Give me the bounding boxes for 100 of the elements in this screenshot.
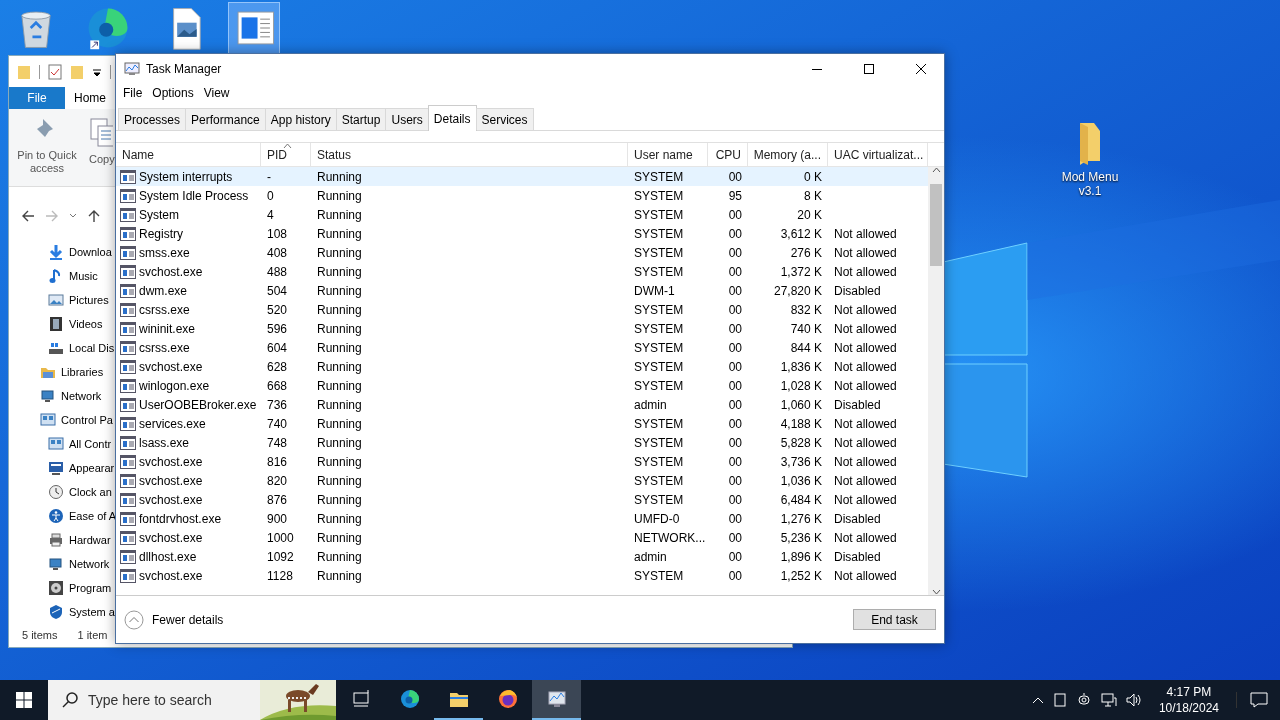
table-row[interactable]: svchost.exe 820 Running SYSTEM 00 1,036 K Not allowed	[116, 471, 928, 490]
tab[interactable]: Details	[427, 105, 477, 131]
column-header[interactable]: UAC virtualizat...	[828, 143, 928, 166]
table-cell: SYSTEM	[634, 340, 684, 355]
column-header[interactable]: CPU	[708, 143, 748, 166]
table-row[interactable]: dllhost.exe 1092 Running admin 00 1,896 K Disabled	[116, 547, 928, 566]
table-row[interactable]: winlogon.exe 668 Running SYSTEM 00 1,028 K Not allowed	[116, 376, 928, 395]
tab[interactable]: Users	[385, 108, 429, 130]
clock[interactable]: 4:17 PM 10/18/2024	[1150, 684, 1227, 716]
back-arrow-icon[interactable]	[21, 209, 35, 224]
tree-item[interactable]: Program	[69, 581, 112, 594]
table-cell: Running	[317, 378, 362, 393]
table-row[interactable]: svchost.exe 488 Running SYSTEM 00 1,372 K Not allowed	[116, 262, 928, 281]
table-cell: Not allowed	[834, 416, 897, 431]
tree-item[interactable]: Hardwar	[69, 533, 111, 546]
table-cell: svchost.exe	[139, 454, 203, 469]
tree-item[interactable]: All Contr	[69, 437, 112, 450]
table-row[interactable]: dwm.exe 504 Running DWM-1 00 27,820 K Disabled	[116, 281, 928, 300]
up-arrow-icon[interactable]	[87, 209, 101, 224]
ribbon-button[interactable]: Pin to Quick access	[13, 116, 81, 178]
scrollbar[interactable]	[928, 167, 944, 595]
tab[interactable]: Startup	[335, 108, 387, 130]
tablet-icon[interactable]	[1052, 693, 1067, 707]
process-icon	[120, 207, 136, 222]
table-cell: Running	[317, 435, 362, 450]
tab[interactable]: Services	[475, 108, 534, 130]
icon-label: Mod Menu v3.1	[1060, 170, 1120, 198]
tree-item[interactable]: Appearar	[69, 461, 115, 474]
table-row[interactable]: svchost.exe 628 Running SYSTEM 00 1,836 K Not allowed	[116, 357, 928, 376]
monitor-icon	[48, 555, 64, 572]
tree-item[interactable]: System a	[69, 605, 115, 618]
search-box[interactable]: Type here to search	[48, 680, 336, 720]
desktop-icon[interactable]	[228, 2, 280, 54]
table-row[interactable]: csrss.exe 604 Running SYSTEM 00 844 K Not allowed	[116, 338, 928, 357]
process-icon	[120, 530, 136, 545]
table-cell: Running	[317, 549, 362, 564]
table-row[interactable]: svchost.exe 1128 Running SYSTEM 00 1,252 K Not allowed	[116, 566, 928, 585]
table-cell: admin	[634, 549, 667, 564]
file-menu-tab[interactable]: File	[9, 87, 65, 109]
column-header[interactable]: Status	[311, 143, 628, 166]
printer-icon	[48, 531, 64, 548]
table-row[interactable]: Registry 108 Running SYSTEM 00 3,612 K Not allowed	[116, 224, 928, 243]
menu-item[interactable]: Options	[147, 86, 199, 100]
table-row[interactable]: System interrupts - Running SYSTEM 00 0 K	[116, 167, 928, 186]
tab[interactable]: App history	[264, 108, 337, 130]
menu-item[interactable]: File	[118, 86, 148, 100]
tree-item[interactable]: Network	[61, 389, 102, 402]
table-row[interactable]: System 4 Running SYSTEM 00 20 K	[116, 205, 928, 224]
taskbar-button[interactable]	[532, 680, 581, 720]
table-row[interactable]: svchost.exe 1000 Running NETWORK... 00 5,236 K Not allowed	[116, 528, 928, 547]
table-cell: 00	[728, 549, 742, 564]
tree-item[interactable]: Music	[69, 269, 98, 282]
column-header[interactable]: PID	[261, 143, 311, 166]
table-cell: Running	[317, 416, 362, 431]
table-row[interactable]: svchost.exe 876 Running SYSTEM 00 6,484 K Not allowed	[116, 490, 928, 509]
column-header[interactable]: Memory (a...	[748, 143, 828, 166]
status-text: 1 item	[77, 629, 108, 642]
tab[interactable]: Performance	[185, 108, 266, 130]
network-icon[interactable]	[1100, 692, 1117, 708]
table-row[interactable]: smss.exe 408 Running SYSTEM 00 276 K Not allowed	[116, 243, 928, 262]
table-row[interactable]: wininit.exe 596 Running SYSTEM 00 740 K Not allowed	[116, 319, 928, 338]
tree-item[interactable]: Libraries	[61, 365, 104, 378]
table-cell: Running	[317, 245, 362, 260]
fewer-details-button[interactable]: Fewer details	[124, 609, 224, 630]
table-row[interactable]: lsass.exe 748 Running SYSTEM 00 5,828 K Not allowed	[116, 433, 928, 452]
table-row[interactable]: services.exe 740 Running SYSTEM 00 4,188 K Not allowed	[116, 414, 928, 433]
desktop-icon[interactable]: Mod Menu v3.1	[1052, 112, 1128, 201]
table-cell: 8 K	[804, 188, 822, 203]
tree-item[interactable]: Network	[69, 557, 110, 570]
column-header[interactable]: User name	[628, 143, 708, 166]
column-header[interactable]: Name	[116, 143, 261, 166]
process-icon	[120, 302, 136, 317]
tree-item[interactable]: Control Pa	[61, 413, 113, 426]
table-row[interactable]: svchost.exe 816 Running SYSTEM 00 3,736 K Not allowed	[116, 452, 928, 471]
download-icon	[48, 243, 64, 260]
table-cell: 0	[267, 188, 274, 203]
table-cell: System	[139, 207, 179, 222]
tree-item[interactable]: Pictures	[69, 293, 109, 306]
scrollbar-thumb[interactable]	[930, 184, 942, 266]
menu-item[interactable]: View	[198, 86, 235, 100]
table-row[interactable]: fontdrvhost.exe 900 Running UMFD-0 00 1,276 K Disabled	[116, 509, 928, 528]
tree-item[interactable]: Clock an	[69, 485, 112, 498]
tree-item[interactable]: Videos	[69, 317, 103, 330]
folder-icon	[70, 63, 84, 80]
table-cell: svchost.exe	[139, 530, 203, 545]
chevron-up-icon[interactable]	[1031, 696, 1044, 704]
ribbon-button[interactable]: Copy	[89, 116, 115, 178]
tree-item[interactable]: Downloa	[69, 245, 112, 258]
end-task-button[interactable]: End task	[853, 609, 936, 630]
table-row[interactable]: csrss.exe 520 Running SYSTEM 00 832 K Not allowed	[116, 300, 928, 319]
table-cell: Running	[317, 359, 362, 374]
tree-item[interactable]: Local Dis	[69, 341, 115, 354]
table-row[interactable]: UserOOBEBroker.exe 736 Running admin 00 1,060 K Disabled	[116, 395, 928, 414]
speaker-icon[interactable]	[1125, 692, 1142, 708]
table-row[interactable]: System Idle Process 0 Running SYSTEM 95 8 K	[116, 186, 928, 205]
ribbon-tab[interactable]: Home	[65, 87, 115, 109]
webcam-icon[interactable]	[1075, 692, 1092, 708]
table-cell: 1,036 K	[780, 473, 822, 488]
tab[interactable]: Processes	[118, 108, 187, 130]
table-cell: Disabled	[834, 397, 881, 412]
